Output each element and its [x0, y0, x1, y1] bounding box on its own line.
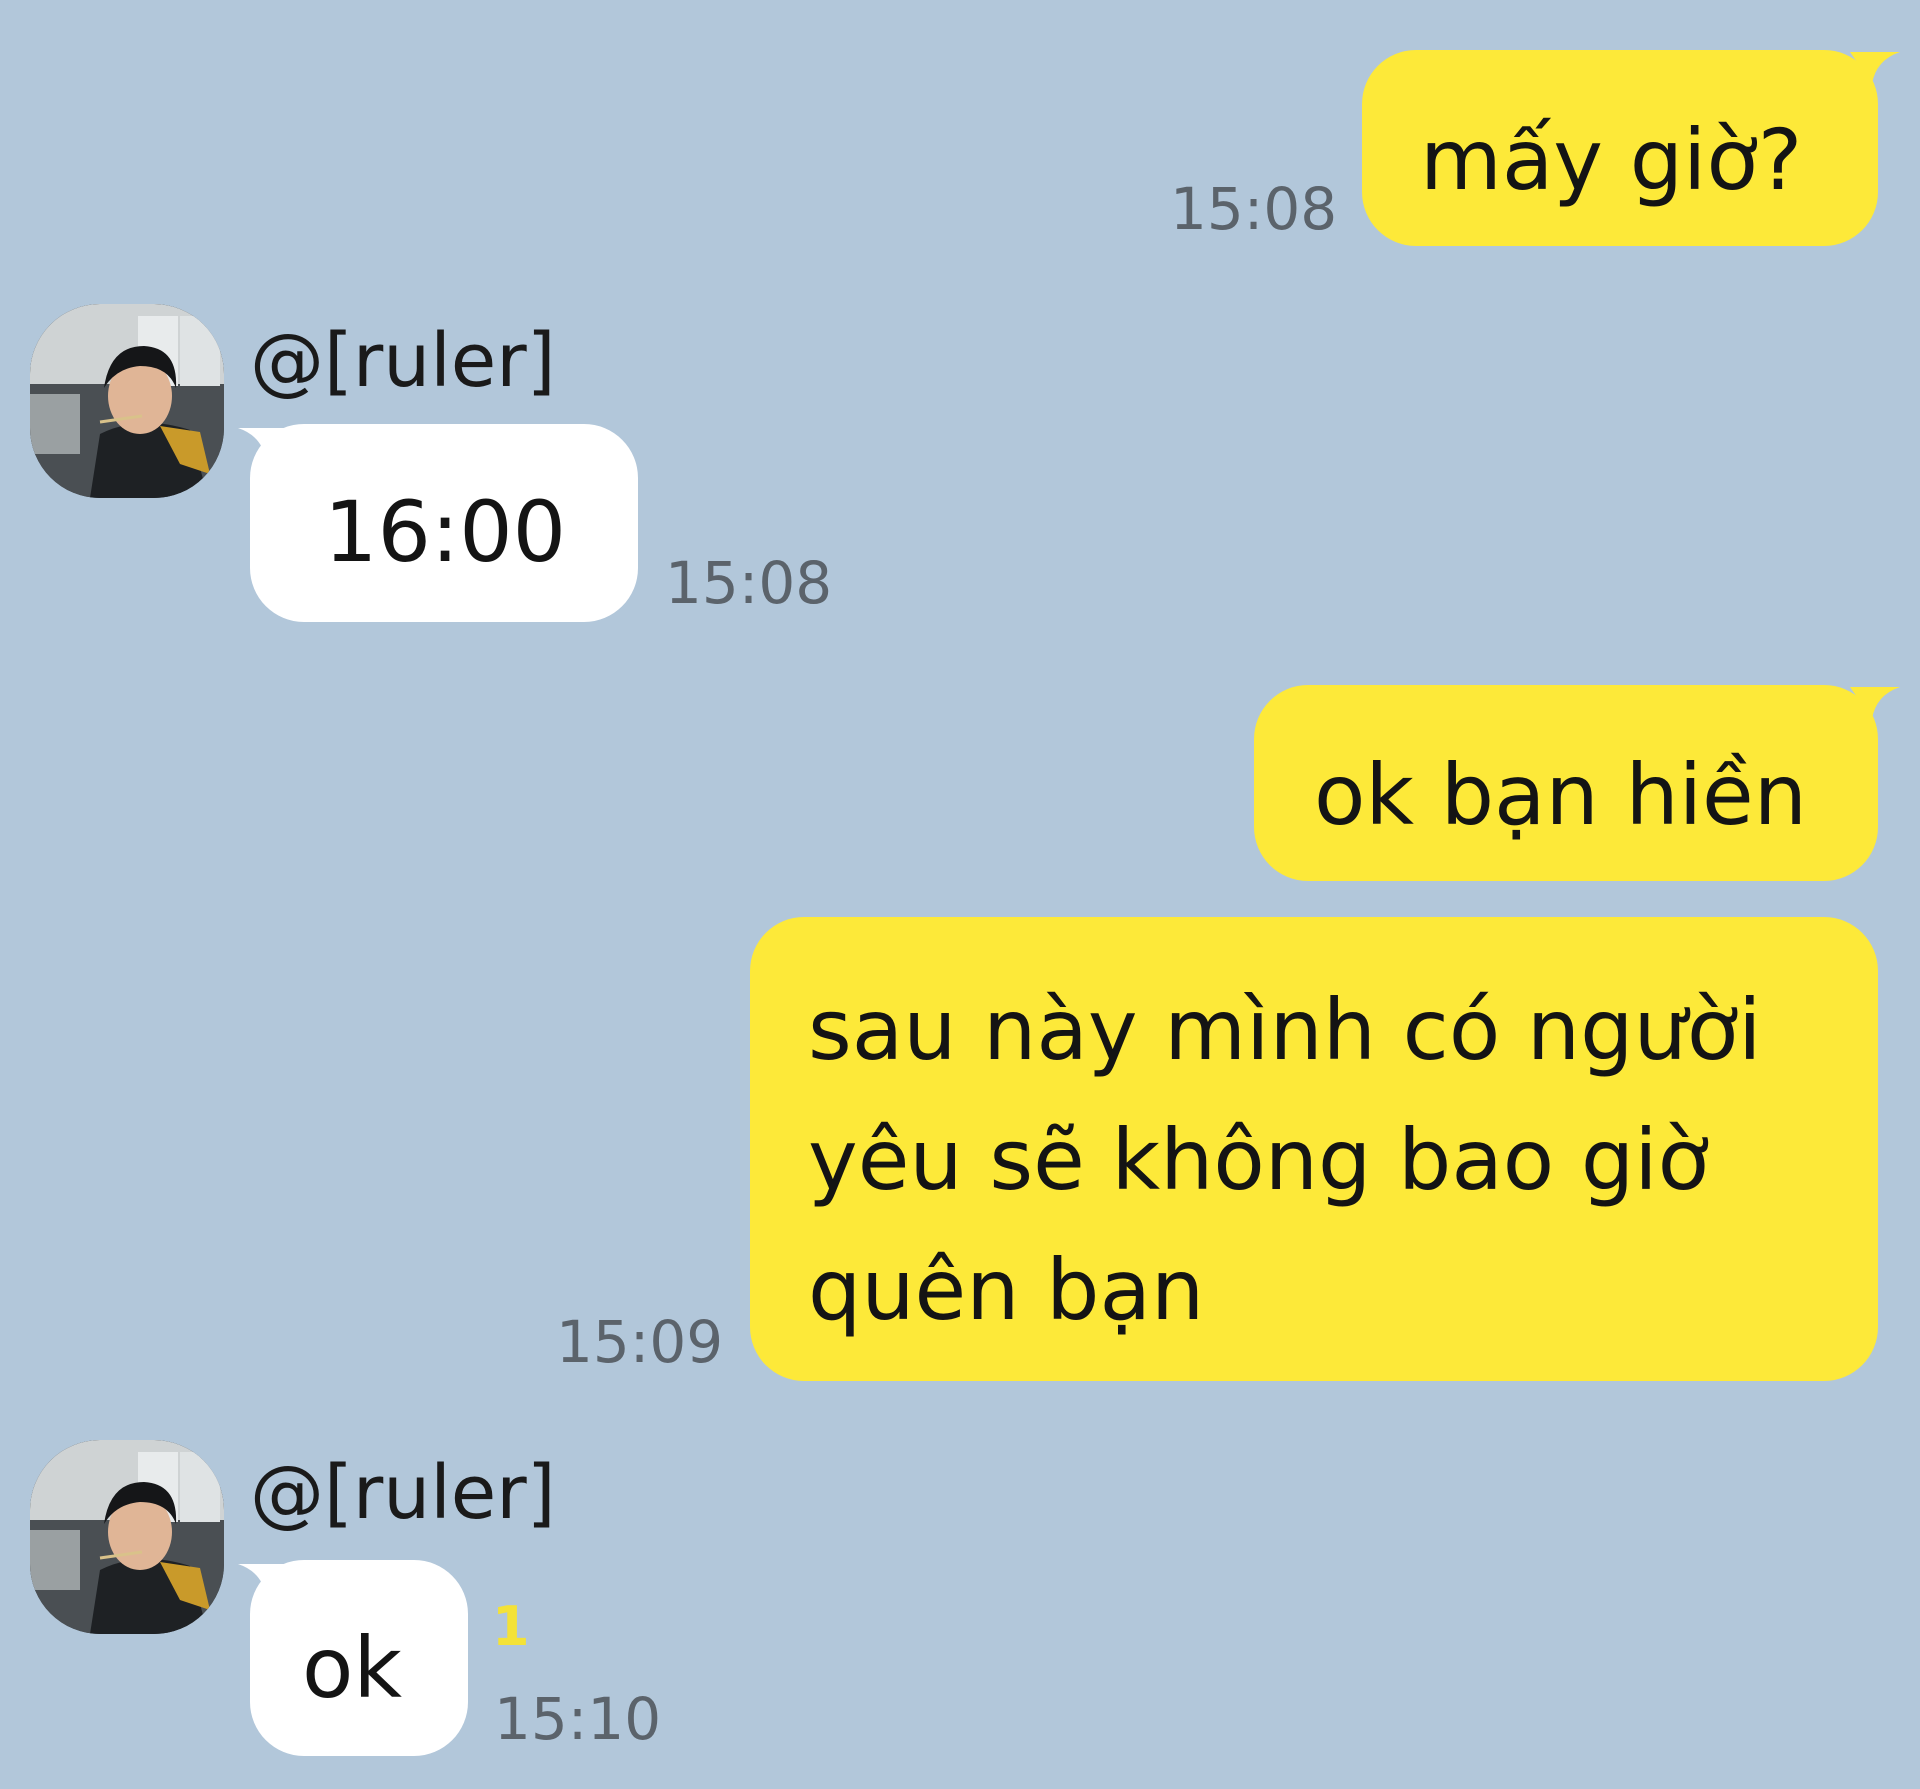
message-timestamp: 15:08 — [665, 549, 833, 617]
message-timestamp: 15:09 — [556, 1308, 724, 1376]
unread-count-badge: 1 — [492, 1595, 530, 1658]
message-text: ok bạn hiền — [1314, 746, 1807, 844]
message-bubble-sent[interactable]: mấy giờ? — [1362, 50, 1878, 246]
sender-name: @[ruler] — [250, 1450, 556, 1536]
message-text: mấy giờ? — [1420, 111, 1803, 209]
message-bubble-sent[interactable]: sau này mình có người yêu sẽ không bao g… — [750, 917, 1878, 1381]
message-line: yêu sẽ không bao giờ — [808, 1111, 1709, 1209]
message-bubble-sent[interactable]: ok bạn hiền — [1254, 685, 1878, 881]
message-text: ok — [302, 1619, 403, 1717]
message-timestamp: 15:08 — [1170, 175, 1338, 243]
contact-avatar[interactable] — [30, 304, 224, 498]
bubble-tail — [238, 428, 288, 460]
message-line: sau này mình có người — [808, 981, 1762, 1079]
bubble-tail — [1850, 52, 1900, 84]
message-line: quên bạn — [808, 1241, 1205, 1339]
message-timestamp: 15:10 — [494, 1685, 662, 1753]
bubble-tail — [238, 1564, 288, 1596]
message-text: 16:00 — [324, 483, 567, 581]
contact-avatar[interactable] — [30, 1440, 224, 1634]
sender-name: @[ruler] — [250, 318, 556, 404]
bubble-tail — [1850, 687, 1900, 719]
message-bubble-received[interactable]: 16:00 — [250, 424, 638, 622]
